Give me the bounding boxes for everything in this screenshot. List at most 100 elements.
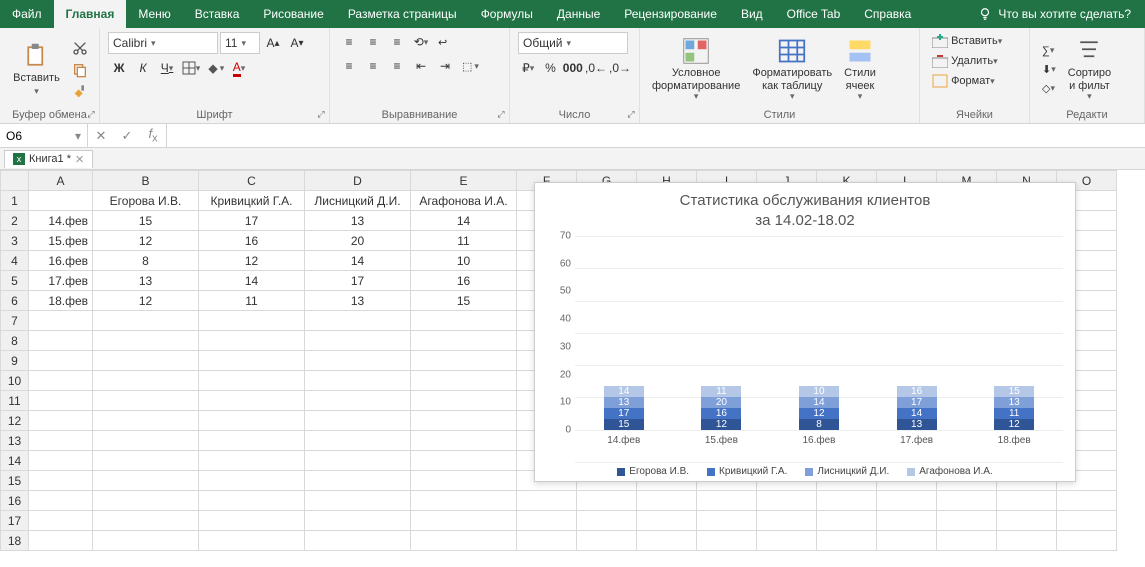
name-box[interactable]: ▾ (0, 124, 88, 147)
cell-B10[interactable] (93, 371, 199, 391)
menu-tab-главная[interactable]: Главная (54, 0, 127, 28)
row-head-14[interactable]: 14 (1, 451, 29, 471)
cell-B17[interactable] (93, 511, 199, 531)
cell-B11[interactable] (93, 391, 199, 411)
bar-14.фев[interactable]: 15171314 (604, 386, 644, 430)
row-head-16[interactable]: 16 (1, 491, 29, 511)
cell-F16[interactable] (517, 491, 577, 511)
cell-D2[interactable]: 13 (305, 211, 411, 231)
cell-B15[interactable] (93, 471, 199, 491)
cell-A1[interactable] (29, 191, 93, 211)
align-left-button[interactable]: ≡ (338, 56, 360, 76)
comma-button[interactable]: 000 (563, 58, 583, 78)
bar-18.фев[interactable]: 12111315 (994, 386, 1034, 430)
cell-B14[interactable] (93, 451, 199, 471)
row-head-3[interactable]: 3 (1, 231, 29, 251)
cell-O16[interactable] (1057, 491, 1117, 511)
row-head-6[interactable]: 6 (1, 291, 29, 311)
copy-button[interactable] (69, 60, 91, 80)
cell-D17[interactable] (305, 511, 411, 531)
format-as-table-button[interactable]: Форматировать как таблицу (748, 32, 836, 107)
cell-B6[interactable]: 12 (93, 291, 199, 311)
cell-E5[interactable]: 16 (411, 271, 517, 291)
paste-button[interactable]: Вставить (8, 32, 65, 107)
cell-E10[interactable] (411, 371, 517, 391)
cell-A18[interactable] (29, 531, 93, 551)
row-head-13[interactable]: 13 (1, 431, 29, 451)
increase-decimal-button[interactable]: ,0← (585, 58, 607, 78)
cell-D3[interactable]: 20 (305, 231, 411, 251)
menu-tab-справка[interactable]: Справка (852, 0, 923, 28)
row-head-5[interactable]: 5 (1, 271, 29, 291)
cell-E16[interactable] (411, 491, 517, 511)
align-middle-button[interactable]: ≡ (362, 32, 384, 52)
cell-D16[interactable] (305, 491, 411, 511)
menu-tab-вставка[interactable]: Вставка (183, 0, 252, 28)
sort-filter-button[interactable]: Сортиро и фильт (1064, 32, 1115, 107)
cell-C13[interactable] (199, 431, 305, 451)
insert-function-button[interactable]: fx (140, 126, 166, 145)
orientation-button[interactable]: ⟲ (410, 32, 432, 52)
row-head-2[interactable]: 2 (1, 211, 29, 231)
cell-N16[interactable] (997, 491, 1057, 511)
cell-C10[interactable] (199, 371, 305, 391)
cell-K18[interactable] (817, 531, 877, 551)
cell-C3[interactable]: 16 (199, 231, 305, 251)
cell-A9[interactable] (29, 351, 93, 371)
cell-A3[interactable]: 15.фев (29, 231, 93, 251)
border-button[interactable] (180, 58, 202, 78)
row-head-1[interactable]: 1 (1, 191, 29, 211)
menu-tab-разметка страницы[interactable]: Разметка страницы (336, 0, 469, 28)
cell-E6[interactable]: 15 (411, 291, 517, 311)
cell-M18[interactable] (937, 531, 997, 551)
cell-D15[interactable] (305, 471, 411, 491)
cell-D11[interactable] (305, 391, 411, 411)
cell-E7[interactable] (411, 311, 517, 331)
cell-K16[interactable] (817, 491, 877, 511)
alignment-launcher[interactable]: ⤢ (495, 109, 507, 121)
cell-J18[interactable] (757, 531, 817, 551)
cell-O17[interactable] (1057, 511, 1117, 531)
cell-A6[interactable]: 18.фев (29, 291, 93, 311)
increase-font-button[interactable]: A▴ (262, 33, 284, 53)
cell-B2[interactable]: 15 (93, 211, 199, 231)
cell-C2[interactable]: 17 (199, 211, 305, 231)
cell-B5[interactable]: 13 (93, 271, 199, 291)
font-size-select[interactable]: 11 (220, 32, 260, 54)
cell-E18[interactable] (411, 531, 517, 551)
cell-F17[interactable] (517, 511, 577, 531)
row-head-9[interactable]: 9 (1, 351, 29, 371)
menu-tab-данные[interactable]: Данные (545, 0, 612, 28)
accept-formula-button[interactable]: ✓ (114, 128, 140, 144)
cell-D14[interactable] (305, 451, 411, 471)
number-launcher[interactable]: ⤢ (625, 109, 637, 121)
cell-E12[interactable] (411, 411, 517, 431)
bar-16.фев[interactable]: 8121410 (799, 386, 839, 430)
cancel-formula-button[interactable]: ✕ (88, 128, 114, 144)
cell-B3[interactable]: 12 (93, 231, 199, 251)
cell-styles-button[interactable]: Стили ячеек (840, 32, 880, 107)
col-head-A[interactable]: A (29, 171, 93, 191)
cell-D6[interactable]: 13 (305, 291, 411, 311)
col-head-B[interactable]: B (93, 171, 199, 191)
row-head-7[interactable]: 7 (1, 311, 29, 331)
menu-tab-рисование[interactable]: Рисование (251, 0, 335, 28)
underline-button[interactable]: Ч (156, 58, 178, 78)
cell-A17[interactable] (29, 511, 93, 531)
increase-indent-button[interactable]: ⇥ (434, 56, 456, 76)
cell-G18[interactable] (577, 531, 637, 551)
cell-C11[interactable] (199, 391, 305, 411)
row-head-4[interactable]: 4 (1, 251, 29, 271)
chart-object[interactable]: Статистика обслуживания клиентов за 14.0… (534, 182, 1076, 482)
cell-C4[interactable]: 12 (199, 251, 305, 271)
cell-D12[interactable] (305, 411, 411, 431)
cell-E11[interactable] (411, 391, 517, 411)
cell-B7[interactable] (93, 311, 199, 331)
workbook-tab[interactable]: x Книга1 * ✕ (4, 150, 93, 168)
close-icon[interactable]: ✕ (75, 153, 84, 166)
cell-D9[interactable] (305, 351, 411, 371)
menu-tab-файл[interactable]: Файл (0, 0, 54, 28)
merge-button[interactable]: ⬚ (458, 56, 483, 76)
cell-N17[interactable] (997, 511, 1057, 531)
cell-A4[interactable]: 16.фев (29, 251, 93, 271)
